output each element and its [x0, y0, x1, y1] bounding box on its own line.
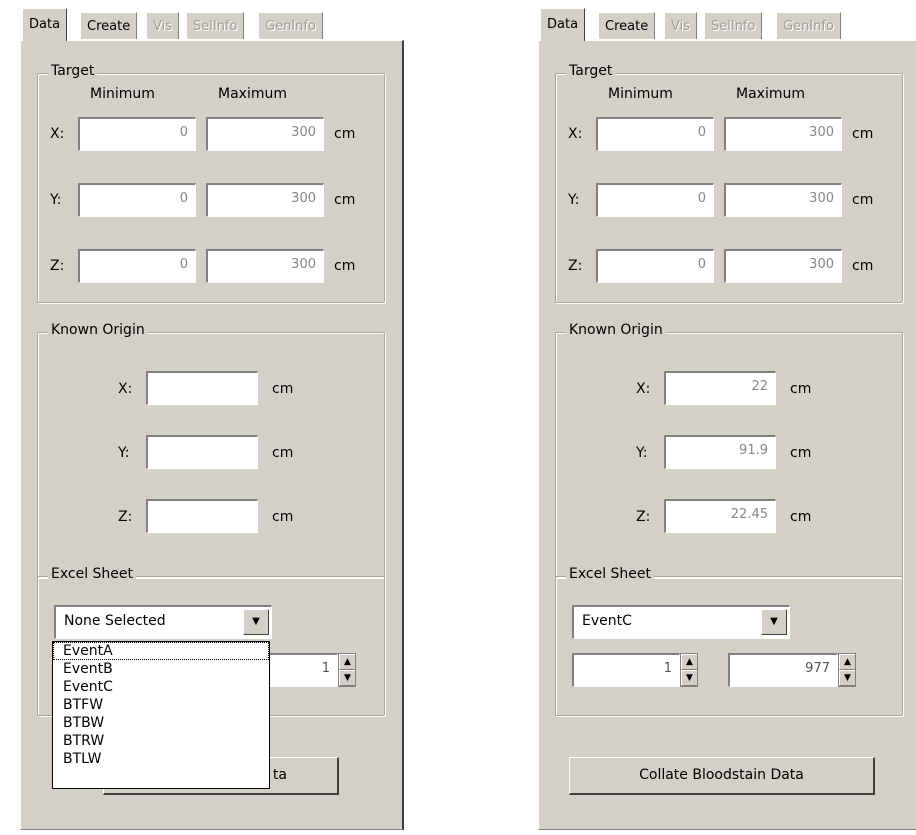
origin-y-label: Y:	[118, 445, 130, 461]
origin-x-unit: cm	[790, 381, 812, 397]
origin-x-input[interactable]: 22	[664, 371, 776, 405]
tab-vis[interactable]: Vis	[146, 12, 179, 39]
target-y-min-input[interactable]: 0	[78, 183, 196, 217]
target-z-min-input[interactable]: 0	[78, 249, 196, 283]
row-end-spinner[interactable]: ▲ ▼	[338, 653, 356, 687]
target-group: Target Minimum Maximum X: 0 300 cm Y: 0 …	[555, 63, 903, 303]
target-x-unit: cm	[852, 126, 874, 142]
target-z-label: Z:	[568, 258, 583, 274]
spin-up-icon[interactable]: ▲	[339, 654, 355, 670]
data-tab-page: Target Minimum Maximum X: 0 300 cm Y: 0 …	[538, 40, 916, 830]
sheet-combo[interactable]: EventC ▼	[572, 605, 790, 639]
left-panel: Data Create Vis SelInfo GenInfo Target M…	[20, 0, 404, 830]
origin-z-unit: cm	[790, 509, 812, 525]
target-x-unit: cm	[334, 126, 356, 142]
sheet-combo-value: None Selected	[64, 613, 166, 629]
spin-down-icon[interactable]: ▼	[681, 670, 697, 686]
origin-z-input[interactable]: 22.45	[664, 499, 776, 533]
target-z-unit: cm	[334, 258, 356, 274]
target-y-unit: cm	[334, 192, 356, 208]
sheet-dropdown-list: EventA EventB EventC BTFW BTBW BTRW BTLW	[52, 641, 270, 789]
spin-down-icon[interactable]: ▼	[339, 670, 355, 686]
spin-down-icon[interactable]: ▼	[839, 670, 855, 686]
dropdown-option[interactable]: EventA	[53, 642, 269, 660]
maximum-header: Maximum	[736, 86, 805, 102]
minimum-header: Minimum	[608, 86, 673, 102]
target-y-min-input[interactable]: 0	[596, 183, 714, 217]
target-z-label: Z:	[50, 258, 65, 274]
origin-z-label: Z:	[636, 509, 651, 525]
target-x-max-input[interactable]: 300	[206, 117, 324, 151]
target-y-unit: cm	[852, 192, 874, 208]
row-end-input[interactable]: 1	[268, 653, 338, 687]
tab-vis[interactable]: Vis	[664, 12, 697, 39]
origin-z-unit: cm	[272, 509, 294, 525]
tab-create[interactable]: Create	[80, 12, 138, 39]
right-panel: Data Create Vis SelInfo GenInfo Target M…	[538, 0, 916, 830]
known-origin-title: Known Origin	[48, 322, 148, 338]
target-y-max-input[interactable]: 300	[206, 183, 324, 217]
row-start-input[interactable]: 1	[572, 653, 680, 687]
target-x-label: X:	[568, 126, 583, 142]
tab-selinfo[interactable]: SelInfo	[186, 12, 245, 39]
target-x-max-input[interactable]: 300	[724, 117, 842, 151]
target-z-max-input[interactable]: 300	[206, 249, 324, 283]
row-start-spinner[interactable]: ▲ ▼	[680, 653, 698, 687]
origin-y-unit: cm	[790, 445, 812, 461]
tab-create[interactable]: Create	[598, 12, 656, 39]
row-end-input[interactable]: 977	[728, 653, 838, 687]
origin-x-label: X:	[118, 381, 133, 397]
target-z-unit: cm	[852, 258, 874, 274]
chevron-down-icon[interactable]: ▼	[243, 609, 269, 635]
spin-up-icon[interactable]: ▲	[681, 654, 697, 670]
dropdown-option[interactable]: BTRW	[53, 732, 269, 750]
tab-selinfo[interactable]: SelInfo	[704, 12, 763, 39]
known-origin-group: Known Origin X: 22 cm Y: 91.9 cm Z: 22.4…	[555, 322, 903, 578]
dropdown-option[interactable]: EventC	[53, 678, 269, 696]
dropdown-option[interactable]: BTBW	[53, 714, 269, 732]
origin-x-label: X:	[636, 381, 651, 397]
target-z-max-input[interactable]: 300	[724, 249, 842, 283]
tab-geninfo[interactable]: GenInfo	[776, 12, 841, 39]
spin-up-icon[interactable]: ▲	[839, 654, 855, 670]
dropdown-option[interactable]: EventB	[53, 660, 269, 678]
origin-y-input[interactable]	[146, 435, 258, 469]
origin-x-unit: cm	[272, 381, 294, 397]
excel-sheet-group: Excel Sheet EventC ▼ 1 ▲ ▼ 977 ▲ ▼	[555, 566, 903, 716]
origin-x-input[interactable]	[146, 371, 258, 405]
target-x-min-input[interactable]: 0	[78, 117, 196, 151]
tab-data[interactable]: Data	[22, 8, 68, 41]
tab-geninfo[interactable]: GenInfo	[258, 12, 323, 39]
dropdown-option[interactable]: BTLW	[53, 750, 269, 768]
target-y-label: Y:	[50, 192, 62, 208]
dropdown-option[interactable]: BTFW	[53, 696, 269, 714]
excel-sheet-title: Excel Sheet	[566, 566, 655, 582]
origin-z-label: Z:	[118, 509, 133, 525]
target-y-label: Y:	[568, 192, 580, 208]
target-z-min-input[interactable]: 0	[596, 249, 714, 283]
excel-sheet-title: Excel Sheet	[48, 566, 137, 582]
target-group: Target Minimum Maximum X: 0 300 cm Y: 0 …	[37, 63, 385, 303]
minimum-header: Minimum	[90, 86, 155, 102]
sheet-combo[interactable]: None Selected ▼	[54, 605, 272, 639]
target-title: Target	[48, 63, 98, 79]
target-title: Target	[566, 63, 616, 79]
chevron-down-icon[interactable]: ▼	[761, 609, 787, 635]
known-origin-title: Known Origin	[566, 322, 666, 338]
known-origin-group: Known Origin X: cm Y: cm Z: cm	[37, 322, 385, 578]
tab-data[interactable]: Data	[540, 8, 586, 41]
target-x-min-input[interactable]: 0	[596, 117, 714, 151]
row-end-spinner[interactable]: ▲ ▼	[838, 653, 856, 687]
maximum-header: Maximum	[218, 86, 287, 102]
origin-y-label: Y:	[636, 445, 648, 461]
origin-z-input[interactable]	[146, 499, 258, 533]
sheet-combo-value: EventC	[582, 613, 632, 629]
origin-y-unit: cm	[272, 445, 294, 461]
target-y-max-input[interactable]: 300	[724, 183, 842, 217]
origin-y-input[interactable]: 91.9	[664, 435, 776, 469]
target-x-label: X:	[50, 126, 65, 142]
collate-bloodstain-data-button[interactable]: Collate Bloodstain Data	[569, 757, 875, 795]
